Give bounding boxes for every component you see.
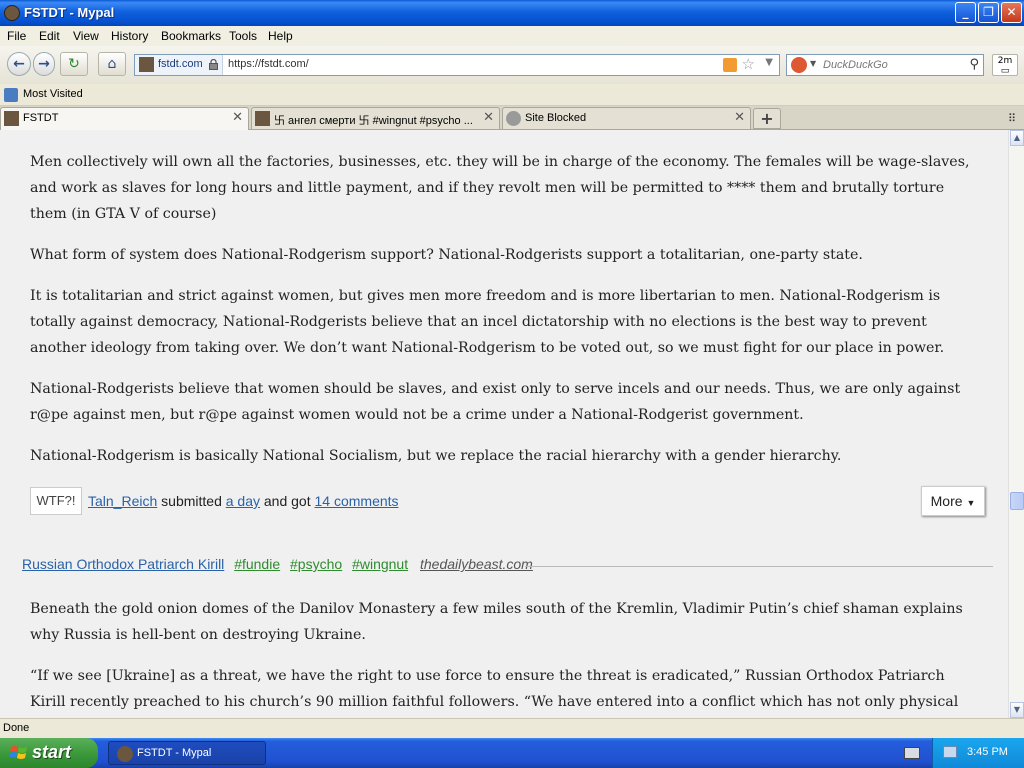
reload-button[interactable]: ↻ (60, 52, 88, 76)
maximize-button[interactable]: ❐ (978, 2, 999, 23)
menu-bar: File Edit View History Bookmarks Tools H… (0, 26, 1024, 46)
mypal-icon (117, 746, 133, 762)
tab-angel-of-death[interactable]: 卐 ангел смерти 卐 #wingnut #psycho ... ✕ (251, 107, 500, 129)
menu-tools[interactable]: Tools (229, 29, 257, 43)
tab-fstdt[interactable]: FSTDT ✕ (0, 107, 249, 130)
identity-domain: fstdt.com (158, 58, 203, 70)
app-icon (4, 5, 20, 21)
new-tab-button[interactable]: + (753, 108, 781, 129)
search-engine-dropdown-icon[interactable]: ▼ (810, 59, 816, 68)
menu-file[interactable]: File (7, 29, 26, 43)
lock-icon (209, 59, 218, 70)
tab-strip: FSTDT ✕ 卐 ангел смерти 卐 #wingnut #psych… (0, 106, 1024, 130)
forward-button[interactable]: → (33, 52, 55, 76)
submitter-link[interactable]: Taln_Reich (88, 493, 157, 509)
zoom-button[interactable]: 2m ▭ (992, 54, 1018, 76)
post-paragraph: It is totalitarian and strict against wo… (30, 288, 945, 356)
site-identity-button[interactable]: fstdt.com (135, 55, 223, 75)
tab-label: 卐 ангел смерти 卐 #wingnut #psycho ... (274, 115, 473, 127)
menu-edit[interactable]: Edit (39, 29, 60, 43)
minimize-button[interactable]: _ (955, 2, 976, 23)
bookmark-star-icon[interactable]: ☆ (742, 55, 755, 73)
submission-info: Taln_Reich submitted a day and got 14 co… (88, 493, 399, 509)
scroll-down-icon[interactable]: ▼ (1010, 702, 1024, 718)
rss-feed-icon[interactable] (723, 58, 737, 72)
zoom-label: 2m (997, 56, 1013, 66)
close-window-button[interactable]: ✕ (1001, 2, 1022, 23)
clock[interactable]: 3:45 PM (967, 746, 1008, 758)
network-icon[interactable] (943, 746, 957, 758)
fstdt-favicon-icon (4, 111, 19, 126)
menu-help[interactable]: Help (268, 29, 293, 43)
search-icon[interactable]: ⚲ (969, 57, 979, 72)
taskbar-item-mypal[interactable]: FSTDT - Mypal (108, 741, 266, 765)
tab-label: Site Blocked (525, 112, 587, 124)
comments-link[interactable]: 14 comments (315, 493, 399, 509)
post-meta: WTF?! Taln_Reich submitted a day and got… (30, 485, 985, 517)
bookmarks-toolbar: Most Visited (0, 84, 1024, 106)
globe-icon (506, 111, 521, 126)
menu-view[interactable]: View (73, 29, 99, 43)
taskbar-item-label: FSTDT - Mypal (137, 747, 212, 759)
status-text: Done (3, 722, 30, 734)
taskbar: start FSTDT - Mypal 3:45 PM (0, 738, 1024, 768)
scroll-up-icon[interactable]: ▲ (1010, 130, 1024, 146)
vertical-scrollbar[interactable]: ▲ ▼ (1008, 130, 1024, 718)
post-paragraph: National-Rodgerists believe that women s… (30, 381, 961, 423)
time-link[interactable]: a day (226, 493, 260, 509)
home-button[interactable]: ⌂ (98, 52, 126, 76)
close-tab-icon[interactable]: ✕ (734, 110, 745, 125)
duckduckgo-icon[interactable] (791, 57, 807, 73)
site-favicon-icon (139, 57, 154, 72)
tag-fundie[interactable]: #fundie (234, 556, 280, 572)
window-title: FSTDT - Mypal (24, 5, 115, 20)
page-content: Men collectively will own all the factor… (0, 130, 1008, 718)
author-link[interactable]: Russian Orthodox Patriarch Kirill (22, 556, 224, 572)
post-paragraph: National-Rodgerism is basically National… (30, 448, 842, 464)
caret-down-icon: ▼ (966, 498, 976, 508)
scroll-thumb[interactable] (1010, 492, 1024, 510)
tag-wingnut[interactable]: #wingnut (352, 556, 408, 572)
post-paragraph: Beneath the gold onion domes of the Dani… (30, 601, 963, 643)
list-all-tabs-icon[interactable]: ⠿ (1008, 112, 1016, 125)
back-button[interactable]: ← (7, 52, 31, 76)
url-dropdown-icon[interactable]: ▼ (765, 57, 773, 68)
post-header: Russian Orthodox Patriarch Kirill #fundi… (22, 556, 993, 576)
more-label: More (930, 493, 963, 509)
post-paragraph: What form of system does National-Rodger… (30, 247, 863, 263)
url-bar[interactable]: fstdt.com https://fstdt.com/ ☆ ▼ (134, 54, 780, 76)
close-tab-icon[interactable]: ✕ (232, 110, 243, 125)
windows-logo-icon (10, 746, 27, 759)
menu-bookmarks[interactable]: Bookmarks (161, 29, 221, 43)
more-button[interactable]: More ▼ (921, 486, 985, 516)
wtf-button[interactable]: WTF?! (30, 487, 82, 515)
system-tray: 3:45 PM (932, 738, 1024, 768)
start-button[interactable]: start (0, 738, 98, 768)
menu-history[interactable]: History (111, 29, 148, 43)
tab-site-blocked[interactable]: Site Blocked ✕ (502, 107, 751, 129)
submitted-text: submitted (161, 493, 222, 509)
fstdt-favicon-icon (255, 111, 270, 126)
url-input[interactable]: https://fstdt.com/ (228, 58, 309, 70)
got-text: and got (263, 493, 311, 509)
close-tab-icon[interactable]: ✕ (483, 110, 494, 125)
most-visited-icon (4, 88, 18, 102)
search-bar[interactable]: ▼ DuckDuckGo ⚲ (786, 54, 984, 76)
navigation-toolbar: ← → ↻ ⌂ fstdt.com https://fstdt.com/ ☆ ▼… (0, 46, 1024, 84)
title-bar: FSTDT - Mypal _ ❐ ✕ (0, 0, 1024, 26)
divider (525, 566, 993, 567)
most-visited-bookmark[interactable]: Most Visited (23, 88, 83, 100)
source-link[interactable]: thedailybeast.com (420, 556, 533, 572)
status-bar: Done (0, 718, 1024, 738)
search-input[interactable]: DuckDuckGo (823, 59, 888, 71)
post-paragraph: Men collectively will own all the factor… (30, 154, 970, 222)
start-label: start (32, 742, 72, 762)
keyboard-icon[interactable] (904, 747, 920, 759)
tag-psycho[interactable]: #psycho (290, 556, 342, 572)
post-paragraph: “If we see [Ukraine] as a threat, we hav… (30, 668, 959, 710)
tab-label: FSTDT (23, 112, 59, 124)
